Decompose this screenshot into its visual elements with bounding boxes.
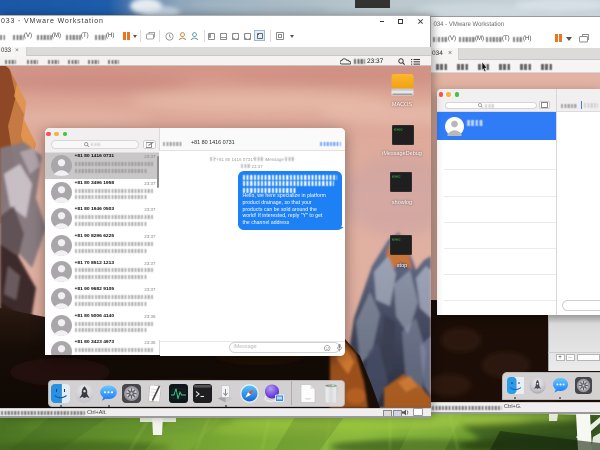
svg-text:exec: exec bbox=[392, 174, 400, 179]
svg-text:TXT: TXT bbox=[305, 397, 311, 401]
svg-text:exec: exec bbox=[394, 126, 402, 131]
svg-text:exec: exec bbox=[392, 237, 400, 242]
